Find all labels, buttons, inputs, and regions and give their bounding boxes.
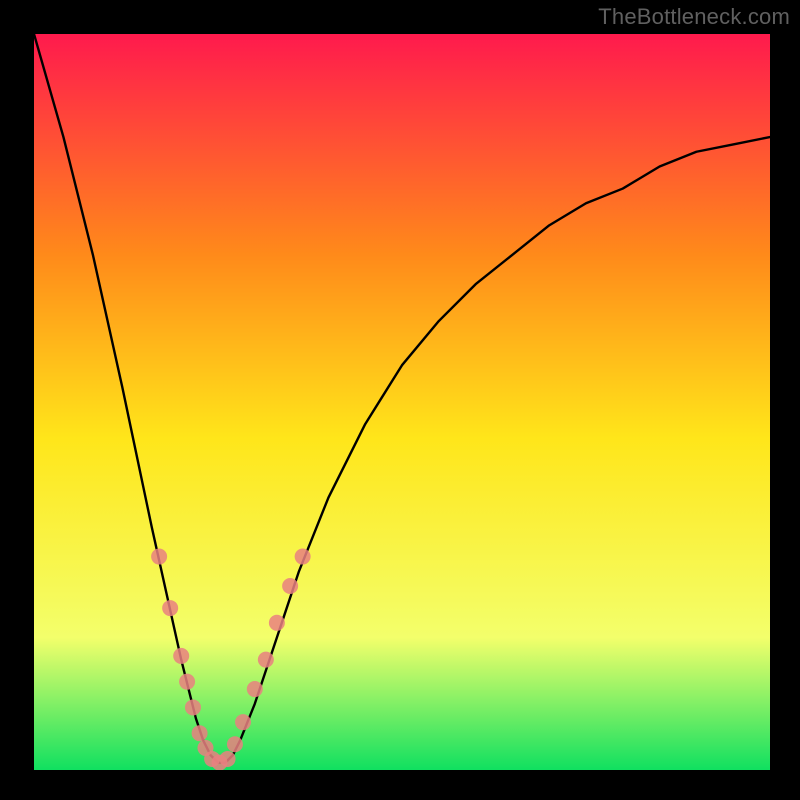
plot-area [34, 34, 770, 770]
highlight-dot [179, 674, 195, 690]
highlight-dot [151, 549, 167, 565]
gradient-bg [34, 34, 770, 770]
watermark-text: TheBottleneck.com [598, 4, 790, 30]
highlight-dot [247, 681, 263, 697]
highlight-dot [258, 652, 274, 668]
chart-frame: TheBottleneck.com [0, 0, 800, 800]
highlight-dot [235, 714, 251, 730]
highlight-dot [282, 578, 298, 594]
highlight-dot [162, 600, 178, 616]
highlight-dot [269, 615, 285, 631]
highlight-dot [173, 648, 189, 664]
highlight-dot [185, 699, 201, 715]
highlight-dot [220, 751, 236, 767]
highlight-dot [227, 736, 243, 752]
chart-svg [34, 34, 770, 770]
highlight-dot [295, 549, 311, 565]
highlight-dot [192, 725, 208, 741]
